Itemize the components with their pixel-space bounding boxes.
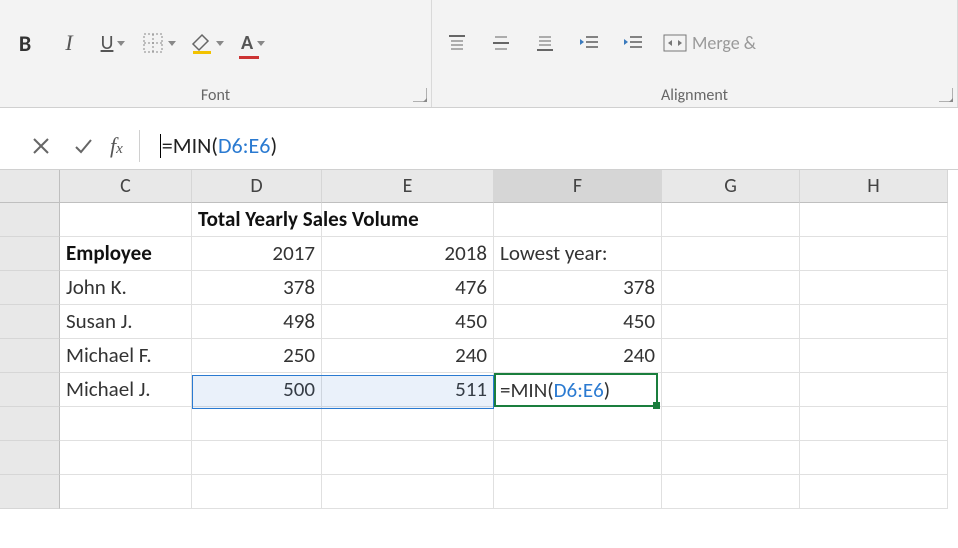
cell[interactable] <box>800 373 948 407</box>
cell[interactable]: Susan J. <box>60 305 192 339</box>
decrease-indent-button[interactable] <box>574 26 604 60</box>
cell[interactable]: John K. <box>60 271 192 305</box>
cell[interactable]: 240 <box>322 339 494 373</box>
align-bottom-button[interactable] <box>530 26 560 60</box>
cell[interactable] <box>494 203 662 237</box>
cell[interactable]: 476 <box>322 271 494 305</box>
table-row: John K. 378 476 378 <box>0 271 958 305</box>
formula-input[interactable]: =MIN(D6:E6) <box>146 132 958 159</box>
cell[interactable] <box>662 271 800 305</box>
table-row: Susan J. 498 450 450 <box>0 305 958 339</box>
cell[interactable] <box>800 271 948 305</box>
fill-color-button[interactable] <box>190 26 224 60</box>
align-middle-button[interactable] <box>486 26 516 60</box>
column-headers: C D E F G H <box>0 170 958 203</box>
cell[interactable] <box>800 203 948 237</box>
table-row: Michael J. 500 511 <box>0 373 958 407</box>
insert-function-button[interactable]: fx <box>110 133 123 159</box>
cell[interactable] <box>662 373 800 407</box>
italic-button[interactable]: I <box>54 26 84 60</box>
merge-label: Merge & <box>692 32 756 54</box>
cell[interactable]: 511 <box>322 373 494 407</box>
increase-indent-button[interactable] <box>618 26 648 60</box>
cell[interactable]: 378 <box>494 271 662 305</box>
cell[interactable] <box>662 339 800 373</box>
cell[interactable]: 240 <box>494 339 662 373</box>
cell[interactable]: Michael J. <box>60 373 192 407</box>
formula-bar: fx =MIN(D6:E6) <box>0 122 958 170</box>
cell[interactable]: 378 <box>192 271 322 305</box>
cell[interactable] <box>494 373 662 407</box>
ribbon-group-font: B I U A Font <box>0 0 432 107</box>
formula-cancel-button[interactable] <box>20 137 62 155</box>
cell[interactable]: 2017 <box>192 237 322 271</box>
table-row <box>0 441 958 475</box>
cell[interactable]: Lowest year: <box>494 237 662 271</box>
cell[interactable]: Michael F. <box>60 339 192 373</box>
ribbon: B I U A Font <box>0 0 958 108</box>
cell[interactable] <box>800 339 948 373</box>
cell[interactable] <box>800 305 948 339</box>
cell[interactable] <box>662 305 800 339</box>
cell[interactable]: 450 <box>322 305 494 339</box>
table-row <box>0 475 958 509</box>
formula-confirm-button[interactable] <box>62 137 104 155</box>
col-header-g[interactable]: G <box>662 170 800 203</box>
cell[interactable] <box>662 203 800 237</box>
border-button[interactable] <box>142 26 176 60</box>
font-color-button[interactable]: A <box>238 26 268 60</box>
ribbon-group-alignment: Merge & Alignment <box>432 0 958 107</box>
cell[interactable]: Employee <box>60 237 192 271</box>
cell[interactable] <box>800 237 948 271</box>
align-top-button[interactable] <box>442 26 472 60</box>
col-header-c[interactable]: C <box>60 170 192 203</box>
alignment-dialog-launcher[interactable] <box>939 88 953 102</box>
font-dialog-launcher[interactable] <box>413 88 427 102</box>
table-row <box>0 407 958 441</box>
table-row: Employee 2017 2018 Lowest year: <box>0 237 958 271</box>
ribbon-group-label-font: Font <box>10 82 421 105</box>
merge-center-button[interactable]: Merge & <box>662 26 756 60</box>
cell[interactable]: Total Yearly Sales Volume <box>192 203 322 237</box>
cell[interactable] <box>662 237 800 271</box>
bold-button[interactable]: B <box>10 26 40 60</box>
col-header-f[interactable]: F <box>494 170 662 203</box>
cell[interactable]: 2018 <box>322 237 494 271</box>
cell[interactable]: 250 <box>192 339 322 373</box>
table-row: Michael F. 250 240 240 <box>0 339 958 373</box>
cell[interactable]: 500 <box>192 373 322 407</box>
table-row: Total Yearly Sales Volume <box>0 203 958 237</box>
spreadsheet-grid[interactable]: C D E F G H Total Yearly Sales Volume Em… <box>0 170 958 509</box>
col-header-e[interactable]: E <box>322 170 494 203</box>
cell[interactable] <box>60 203 192 237</box>
cell[interactable]: 450 <box>494 305 662 339</box>
col-header-d[interactable]: D <box>192 170 322 203</box>
underline-button[interactable]: U <box>98 26 128 60</box>
col-header-h[interactable]: H <box>800 170 948 203</box>
cell[interactable]: 498 <box>192 305 322 339</box>
ribbon-group-label-alignment: Alignment <box>442 82 947 105</box>
